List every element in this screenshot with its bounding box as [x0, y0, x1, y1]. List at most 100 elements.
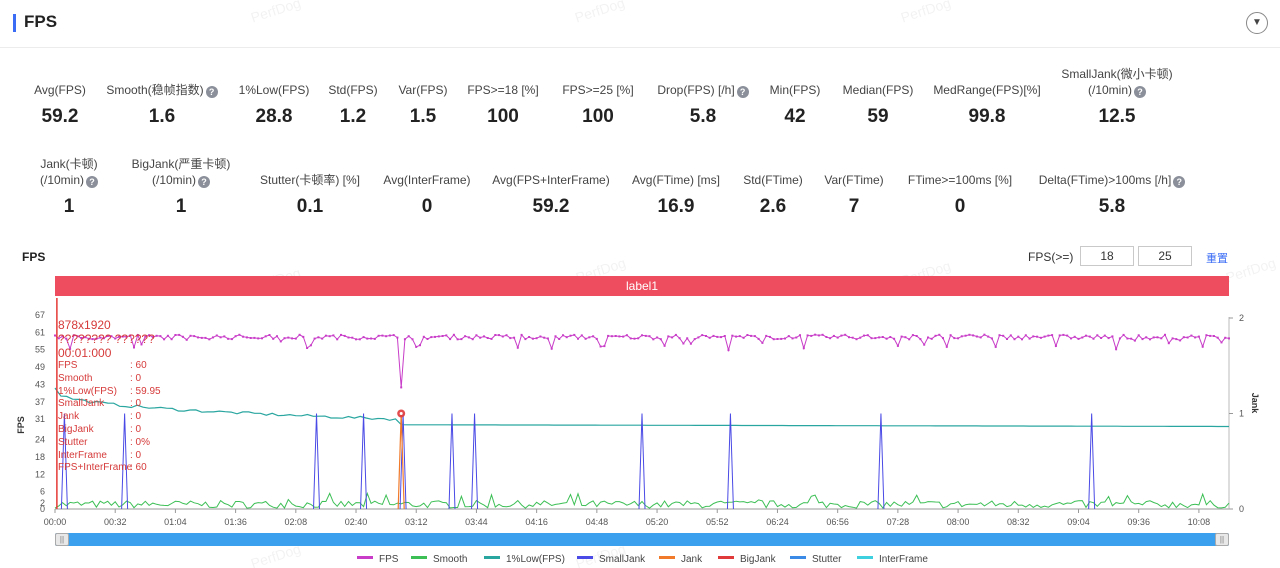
fps-data-point: [757, 337, 760, 340]
x-tick-label: 01:36: [224, 517, 247, 527]
fps-data-point: [1145, 336, 1148, 339]
fps-data-point: [727, 349, 730, 352]
fps-data-point: [483, 335, 485, 338]
fps-data-point: [204, 336, 207, 339]
fps-data-point: [1212, 335, 1215, 337]
metric-fps-ge-25: FPS>=25 [%] 100: [562, 83, 634, 127]
help-icon[interactable]: ?: [1134, 86, 1146, 98]
fps-data-point: [904, 336, 907, 339]
fps-data-point: [990, 337, 993, 340]
x-tick-label: 03:44: [465, 517, 488, 527]
fps-data-point: [614, 335, 617, 337]
chart-legend: FPS Smooth 1%Low(FPS) SmallJank Jank Big…: [0, 554, 1280, 568]
legend-swatch: [411, 556, 427, 559]
tooltip-row: 1%Low(FPS): 59.95: [58, 385, 161, 397]
fps-data-point: [637, 337, 640, 340]
fps-data-point: [701, 334, 704, 337]
fps-data-point: [249, 337, 252, 339]
fps-chart[interactable]: 02612182431374349556167012FPSJank00:00 00…: [0, 298, 1280, 530]
fps-data-point: [1100, 337, 1103, 339]
legend-item-smalljank[interactable]: SmallJank: [577, 554, 645, 565]
fps-data-point: [163, 338, 166, 341]
fps-data-point: [422, 335, 425, 338]
fps-data-point: [1216, 336, 1219, 339]
fps-data-point: [1085, 334, 1087, 337]
fps-data-point: [208, 338, 211, 341]
fps-data-point: [1197, 335, 1200, 338]
fps-data-point: [810, 334, 813, 337]
y-tick-label: 37: [35, 397, 45, 407]
legend-item-fps[interactable]: FPS: [357, 554, 398, 565]
help-icon[interactable]: ?: [1173, 176, 1186, 188]
metric-avg-fps: Avg(FPS) 59.2: [34, 83, 86, 127]
fps-data-point: [595, 337, 598, 340]
tooltip-row: SmallJank: 0: [58, 398, 142, 410]
reset-button[interactable]: 重置: [1206, 250, 1228, 266]
chevron-down-icon[interactable]: ▼: [1246, 12, 1268, 34]
help-icon[interactable]: ?: [205, 86, 218, 98]
fps-data-point: [923, 343, 926, 346]
legend-item-jank[interactable]: Jank: [659, 554, 702, 565]
legend-item-1pct-low[interactable]: 1%Low(FPS): [484, 554, 565, 565]
fps-data-point: [644, 334, 647, 337]
fps-data-point: [1118, 337, 1121, 340]
smalljank-spike: [471, 413, 479, 510]
fps-data-point: [189, 334, 192, 337]
legend-item-stutter[interactable]: Stutter: [790, 554, 841, 565]
x-tick-label: 06:24: [766, 517, 789, 527]
fps-data-point: [358, 338, 361, 341]
fps-data-point: [689, 342, 692, 345]
fps-data-point: [866, 334, 869, 337]
fps-data-point: [261, 337, 263, 340]
fps-data-point: [844, 333, 847, 336]
fps-data-point: [193, 335, 196, 338]
legend-item-bigjank[interactable]: BigJank: [718, 554, 776, 565]
fps-data-point: [671, 336, 674, 339]
range-handle-right[interactable]: ||: [1215, 533, 1229, 546]
fps-data-point: [1160, 337, 1163, 340]
tooltip-row: FPS: 60: [58, 360, 147, 371]
fps-data-point: [908, 338, 911, 341]
fps-data-point: [554, 335, 557, 338]
fps-data-point: [934, 334, 937, 337]
range-handle-left[interactable]: ||: [55, 533, 69, 546]
x-tick-label: 09:04: [1067, 517, 1090, 527]
fps-data-point: [686, 337, 689, 340]
smalljank-spike: [638, 413, 646, 510]
fps-data-point: [396, 336, 399, 339]
fps-data-point: [1220, 341, 1223, 344]
fps-data-point: [610, 335, 613, 338]
fps-data-point: [287, 336, 290, 339]
x-tick-label: 04:16: [525, 517, 548, 527]
fps-data-point: [791, 337, 794, 340]
fps-data-point: [524, 338, 527, 341]
fps-data-point: [1130, 337, 1133, 340]
smalljank-spike: [448, 413, 456, 510]
fps-data-point: [584, 337, 587, 340]
fps-data-point: [1103, 334, 1106, 337]
fps-data-point: [535, 337, 538, 340]
fps-threshold-high-input[interactable]: [1138, 246, 1192, 266]
fps-data-point: [1096, 334, 1099, 337]
label-banner[interactable]: label1: [55, 276, 1229, 296]
legend-item-smooth[interactable]: Smooth: [411, 554, 467, 565]
fps-data-point: [960, 335, 963, 338]
y-axis-label: FPS: [16, 416, 26, 434]
fps-data-point: [1107, 337, 1110, 340]
fps-data-point: [449, 338, 452, 341]
fps-threshold-low-input[interactable]: [1080, 246, 1134, 266]
help-icon[interactable]: ?: [736, 86, 749, 98]
x-tick-label: 02:08: [285, 517, 308, 527]
metric-fps-ge-18: FPS>=18 [%] 100: [467, 83, 539, 127]
help-icon[interactable]: ?: [86, 176, 98, 188]
fps-data-point: [1009, 334, 1012, 337]
fps-data-point: [377, 334, 380, 337]
section-title: FPS: [24, 12, 58, 31]
fps-data-point: [437, 335, 440, 338]
fps-data-point: [618, 335, 621, 338]
bigjank-marker-center: [399, 412, 403, 415]
legend-item-interframe[interactable]: InterFrame: [857, 554, 928, 565]
time-range-slider[interactable]: || ||: [55, 533, 1229, 546]
help-icon[interactable]: ?: [198, 176, 210, 188]
fps-data-point: [795, 336, 798, 339]
